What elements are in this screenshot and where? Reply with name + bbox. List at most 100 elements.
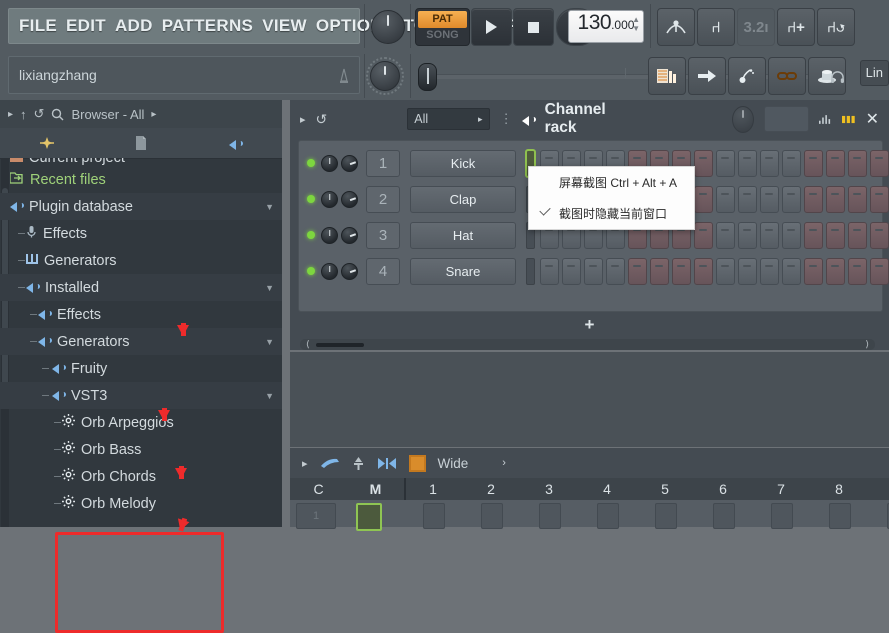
step-button[interactable] (870, 149, 889, 177)
browser-up-icon[interactable]: ↑ (20, 107, 27, 122)
playlist-bar-number[interactable]: 3 (538, 478, 560, 500)
piano-roll-button[interactable] (648, 57, 686, 95)
snap-dropdown[interactable]: Wide › (438, 456, 506, 471)
channel-mute-led[interactable] (307, 267, 315, 275)
browser-tab-favorites[interactable] (0, 136, 94, 150)
step-button[interactable] (848, 257, 867, 285)
channel-rack-scrollbar[interactable]: ⟨ ⟩ (300, 339, 875, 350)
playlist-cell[interactable] (829, 503, 851, 529)
step-button[interactable] (562, 257, 581, 285)
menu-item-view[interactable]: VIEW (262, 16, 307, 36)
channel-pan-knob[interactable] (321, 154, 338, 172)
channel-number-button[interactable]: 2 (366, 185, 400, 213)
context-menu-item-screenshot[interactable]: 屏幕截图 Ctrl + Alt + A (529, 167, 694, 198)
playlist-cell[interactable] (713, 503, 735, 529)
step-button[interactable] (738, 257, 757, 285)
scroll-left-icon[interactable]: ⟨ (306, 339, 310, 350)
playlist-cell[interactable] (771, 503, 793, 529)
step-button[interactable] (738, 149, 757, 177)
playlist-column-header[interactable]: M (347, 478, 404, 500)
step-button[interactable] (804, 257, 823, 285)
step-button[interactable] (738, 185, 757, 213)
step-button[interactable] (716, 257, 735, 285)
playlist-play-icon[interactable]: ▸ (302, 457, 308, 470)
step-button[interactable] (782, 185, 801, 213)
playlist-channel-cell[interactable]: 1 (296, 503, 336, 529)
master-volume-knob[interactable] (371, 10, 405, 44)
keyboard-icon[interactable] (842, 113, 856, 126)
channel-number-button[interactable]: 1 (366, 149, 400, 177)
master-pitch-knob[interactable] (366, 57, 404, 95)
step-button[interactable] (672, 257, 691, 285)
step-button[interactable] (826, 149, 845, 177)
add-pattern-button[interactable]: ⑁+ (777, 8, 815, 46)
channel-volume-knob[interactable] (341, 262, 358, 280)
step-button[interactable] (848, 185, 867, 213)
step-button[interactable] (870, 185, 889, 213)
channel-volume-knob[interactable] (341, 226, 358, 244)
menu-item-patterns[interactable]: PATTERNS (162, 16, 254, 36)
browser-back-icon[interactable]: ▸ (8, 109, 13, 120)
project-title-field[interactable]: lixiangzhang (8, 56, 360, 94)
tempo-display[interactable]: 130 .000 ▲ ▼ (568, 10, 644, 43)
menu-bar[interactable]: FILE EDIT ADD PATTERNS VIEW OPTIONS TOOL… (8, 8, 518, 44)
play-button[interactable] (471, 8, 512, 46)
step-button[interactable] (826, 221, 845, 249)
browser-tree-item-orb-arpeggios[interactable]: Orb Arpeggios (0, 409, 282, 436)
pattern-loop-button[interactable]: ⑁ (697, 8, 735, 46)
browser-tree-item-current-project[interactable]: Current project (0, 158, 282, 166)
browser-tree-item-effects[interactable]: Effects (0, 220, 282, 247)
playlist-bar-number[interactable]: 5 (654, 478, 676, 500)
channel-name-button[interactable]: Kick (410, 149, 516, 177)
dots-vertical-icon[interactable]: ⋮ (500, 111, 513, 127)
link-button[interactable] (768, 57, 806, 95)
step-button[interactable] (650, 257, 669, 285)
pattern-song-toggle[interactable]: PAT SONG (415, 8, 470, 46)
playlist-bar-number[interactable]: 1 (422, 478, 444, 500)
chevron-down-icon[interactable]: ▼ (265, 202, 274, 212)
browser-tree-item-plugin-database[interactable]: Plugin database ▼ (0, 193, 282, 220)
channel-mute-led[interactable] (307, 195, 315, 203)
add-channel-button[interactable]: + (585, 315, 595, 335)
color-swatch-icon[interactable] (408, 454, 426, 472)
channel-number-button[interactable]: 3 (366, 221, 400, 249)
step-button[interactable] (760, 221, 779, 249)
browser-tree-item-fruity[interactable]: Fruity (0, 355, 282, 382)
channel-rack-scrollbar-thumb[interactable] (315, 342, 364, 347)
step-button[interactable] (804, 149, 823, 177)
playlist-bar-number[interactable]: 6 (712, 478, 734, 500)
step-button[interactable] (716, 221, 735, 249)
screenshot-context-menu[interactable]: 屏幕截图 Ctrl + Alt + A 截图时隐藏当前窗口 (528, 166, 695, 230)
tempo-spinner[interactable]: ▲ ▼ (632, 15, 640, 33)
step-button[interactable] (694, 149, 713, 177)
headphone-icon[interactable] (830, 70, 845, 83)
channel-pan-knob[interactable] (321, 190, 338, 208)
step-button[interactable] (804, 185, 823, 213)
playlist-bar-number[interactable]: 7 (770, 478, 792, 500)
step-button[interactable] (694, 221, 713, 249)
master-slider-handle[interactable] (418, 63, 437, 91)
chevron-down-icon[interactable]: ▼ (265, 337, 274, 347)
paint-icon[interactable] (320, 456, 340, 470)
step-button[interactable] (870, 257, 889, 285)
step-button[interactable] (760, 185, 779, 213)
graph-icon[interactable] (818, 113, 833, 126)
pattern-mode-button[interactable]: PAT (418, 11, 467, 28)
browser-forward-icon[interactable]: ▸ (151, 109, 156, 120)
mirror-icon[interactable] (377, 457, 397, 470)
playlist-bar-number[interactable]: 2 (480, 478, 502, 500)
playlist-cell[interactable] (597, 503, 619, 529)
step-button[interactable] (694, 257, 713, 285)
context-menu-item-hide-window[interactable]: 截图时隐藏当前窗口 (529, 198, 694, 229)
step-button[interactable] (848, 149, 867, 177)
playlist-bar-number[interactable]: 4 (596, 478, 618, 500)
chevron-down-icon[interactable]: ▼ (265, 391, 274, 401)
step-button[interactable] (584, 257, 603, 285)
arrow-right-button[interactable] (688, 57, 726, 95)
step-button[interactable] (606, 257, 625, 285)
browser-undo-icon[interactable]: ↺ (34, 106, 45, 122)
search-icon[interactable] (51, 108, 64, 121)
step-button[interactable] (870, 221, 889, 249)
refresh-pattern-button[interactable]: ⑁↺ (817, 8, 855, 46)
playlist-column-header[interactable]: C (290, 478, 347, 500)
